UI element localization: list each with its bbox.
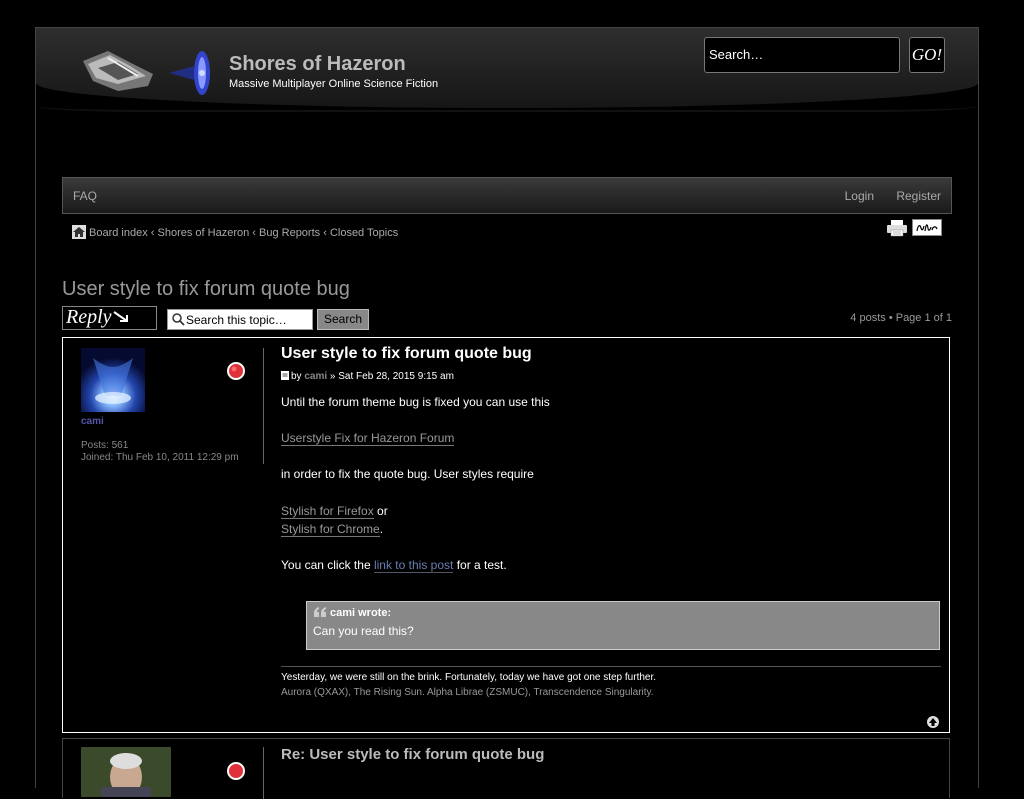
- signature-line-2: Aurora (QXAX), The Rising Sun. Alpha Lib…: [281, 687, 654, 698]
- author-joined-date: Joined: Thu Feb 10, 2011 12:29 pm: [81, 452, 239, 463]
- post-text: or: [377, 504, 388, 518]
- navbar: FAQ Login Register: [62, 177, 952, 214]
- blue-vortex-logo-icon: [169, 51, 210, 95]
- quote-block: cami wrote: Can you read this?: [306, 601, 940, 650]
- topic-search-button[interactable]: Search: [317, 309, 369, 330]
- breadcrumb-shores-of-hazeron[interactable]: Shores of Hazeron: [158, 227, 250, 239]
- post-text: You can click the: [281, 558, 371, 572]
- site-header: Shores of Hazeron Massive Multiplayer On…: [36, 28, 978, 112]
- nav-register-link[interactable]: Register: [896, 189, 941, 203]
- breadcrumb-separator: ‹: [249, 227, 259, 239]
- post-divider: [263, 747, 264, 799]
- post-meta-author[interactable]: cami: [304, 371, 327, 382]
- home-icon[interactable]: [72, 225, 86, 239]
- post: Re: User style to fix forum quote bug: [62, 738, 950, 799]
- back-to-top-icon[interactable]: [927, 716, 939, 728]
- quote-text: Can you read this?: [313, 624, 414, 638]
- signature-divider: [281, 666, 941, 667]
- site-description: Massive Multiplayer Online Science Ficti…: [229, 78, 439, 90]
- post-meta-separator: »: [329, 371, 336, 382]
- print-icon[interactable]: [886, 219, 908, 237]
- breadcrumb-closed-topics[interactable]: Closed Topics: [330, 227, 398, 239]
- site-search-input[interactable]: [704, 37, 900, 73]
- avatar[interactable]: [81, 747, 171, 797]
- post-author-name[interactable]: cami: [81, 416, 104, 427]
- reply-label: Reply: [66, 306, 112, 328]
- post-document-icon[interactable]: [281, 371, 289, 380]
- quote-cite: cami wrote:: [313, 607, 933, 619]
- stylish-chrome-link[interactable]: Stylish for Chrome: [281, 522, 380, 537]
- post: cami Posts: 561 Joined: Thu Feb 10, 2011…: [62, 337, 950, 733]
- post-title[interactable]: Re: User style to fix forum quote bug: [281, 746, 544, 763]
- link-to-this-post[interactable]: link to this post: [373, 558, 454, 573]
- post-title[interactable]: User style to fix forum quote bug: [281, 345, 532, 363]
- nav-login-link[interactable]: Login: [845, 189, 874, 203]
- online-status-icon: [227, 362, 245, 380]
- breadcrumb-separator: ‹: [320, 227, 330, 239]
- post-divider: [263, 348, 264, 464]
- post-text: for a test.: [456, 558, 507, 572]
- site-title[interactable]: Shores of Hazeron: [229, 53, 406, 76]
- arrow-down-right-icon: [112, 311, 128, 322]
- avatar[interactable]: [81, 348, 145, 412]
- userstyle-fix-link[interactable]: Userstyle Fix for Hazeron Forum: [281, 431, 455, 446]
- post-by-label: by: [291, 371, 302, 382]
- search-icon: [172, 313, 185, 326]
- pagination-info: 4 posts • Page 1 of 1: [850, 312, 952, 324]
- quote-cite-text: cami wrote:: [330, 607, 392, 619]
- online-status-icon: [227, 762, 245, 780]
- post-text: in order to fix the quote bug. User styl…: [281, 467, 534, 481]
- post-text: Until the forum theme bug is fixed you c…: [281, 395, 550, 409]
- post-body: Until the forum theme bug is fixed you c…: [281, 393, 941, 574]
- author-post-count: Posts: 561: [81, 440, 129, 451]
- breadcrumb-bug-reports[interactable]: Bug Reports: [259, 227, 320, 239]
- nav-faq-link[interactable]: FAQ: [73, 189, 97, 203]
- quote-mark-icon: [314, 607, 326, 617]
- topic-search-input[interactable]: [167, 309, 313, 330]
- breadcrumb-board-index[interactable]: Board index: [89, 227, 148, 239]
- breadcrumb-separator: ‹: [147, 227, 158, 239]
- signature-line-1: Yesterday, we were still on the brink. F…: [281, 672, 657, 683]
- font-size-icon[interactable]: [912, 219, 942, 236]
- post-date: Sat Feb 28, 2015 9:15 am: [338, 371, 454, 382]
- topic-title[interactable]: User style to fix forum quote bug: [62, 278, 350, 301]
- search-go-button[interactable]: GO!: [909, 37, 945, 73]
- page-container: Shores of Hazeron Massive Multiplayer On…: [35, 27, 979, 799]
- post-meta: by cami » Sat Feb 28, 2015 9:15 am: [281, 371, 454, 382]
- reply-button[interactable]: Reply: [62, 306, 157, 330]
- spaceship-logo-icon: [83, 51, 153, 91]
- breadcrumb: Board index ‹ Shores of Hazeron ‹ Bug Re…: [72, 225, 398, 239]
- post-text: .: [379, 522, 384, 536]
- stylish-firefox-link[interactable]: Stylish for Firefox: [281, 504, 374, 519]
